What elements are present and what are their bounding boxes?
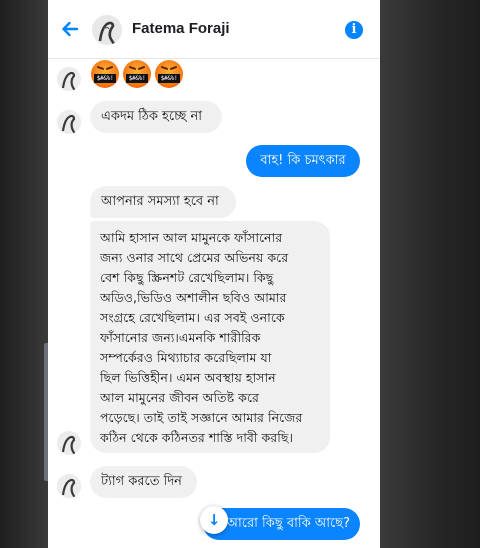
sender-avatar: [57, 474, 81, 498]
background-right: [380, 0, 480, 548]
incoming-message[interactable]: একদম ঠিক হচ্ছে না: [90, 101, 222, 133]
face-with-symbols-icon: $#&%!: [91, 60, 119, 88]
incoming-message[interactable]: আপনার সমস্যা হবে না: [90, 186, 236, 218]
info-icon[interactable]: i: [345, 21, 363, 39]
sender-avatar: [57, 431, 81, 455]
contact-avatar[interactable]: [92, 15, 122, 45]
face-with-symbols-icon: $#&%!: [155, 60, 183, 88]
arrow-left-icon[interactable]: [60, 19, 80, 39]
arrow-down-icon[interactable]: ↓: [200, 506, 228, 534]
incoming-message[interactable]: আমি হাসান আল মামুনকে ফাঁসানোর জন্য ওনার …: [90, 221, 330, 453]
emoji-message[interactable]: $#&%! $#&%! $#&%!: [91, 60, 187, 90]
sender-avatar: [57, 110, 81, 134]
face-with-symbols-icon: $#&%!: [123, 60, 151, 88]
sender-avatar: [57, 67, 81, 91]
background-left: [0, 0, 48, 548]
incoming-message[interactable]: ট্যাগ করতে দিন: [90, 466, 197, 498]
conversation-header: Fatema Foraji i: [48, 0, 380, 59]
contact-name[interactable]: Fatema Foraji: [132, 20, 230, 37]
messenger-screen: Fatema Foraji i $#&%! $#&%! $#&%! একদম ঠ…: [48, 0, 380, 548]
outgoing-message[interactable]: বাহ! কি চমৎকার: [246, 145, 360, 177]
